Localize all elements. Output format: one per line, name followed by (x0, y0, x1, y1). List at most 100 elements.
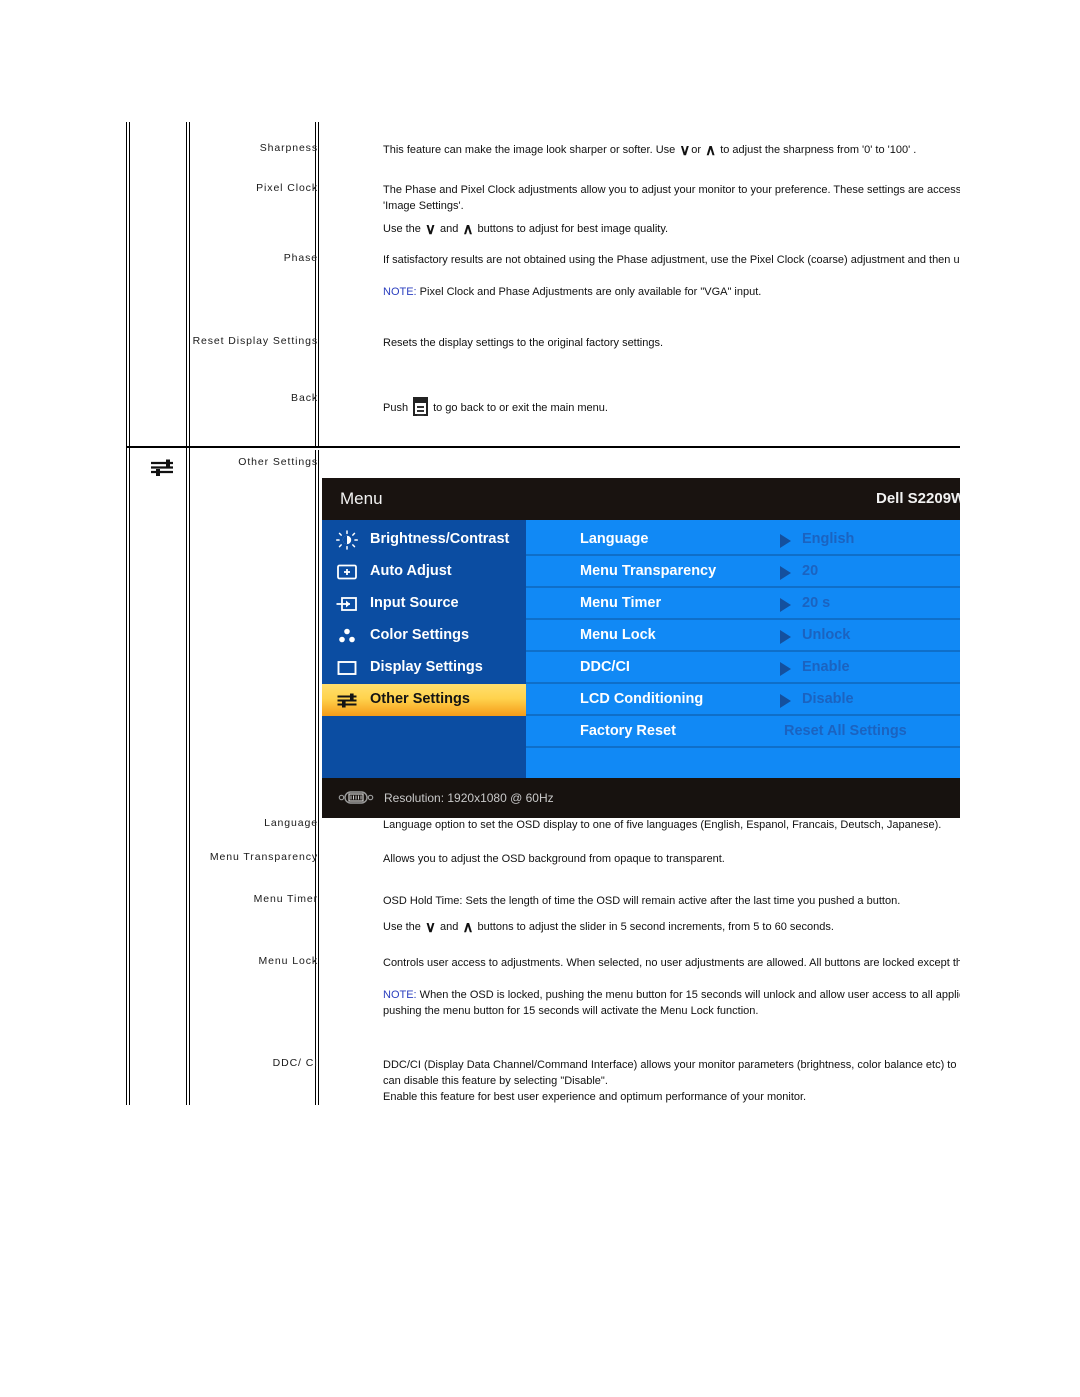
section-divider (126, 446, 960, 448)
osd-category-other-settings[interactable]: Other Settings (322, 684, 526, 716)
back-line1-b: to go back to or exit the main menu. (433, 402, 608, 414)
osd-option-value: Disable (802, 691, 854, 707)
row-label-other-settings: Other Settings (238, 456, 318, 468)
sharpness-text-b: or (691, 144, 702, 156)
osd-option-menu-transparency[interactable]: Menu Transparency 20 (526, 556, 960, 588)
osd-option-language[interactable]: Language English (526, 524, 960, 556)
osd-option-value: Reset All Settings (784, 723, 907, 739)
menu-lock-note-label: NOTE: (383, 989, 417, 1001)
ddc-ci-line2: can disable this feature by selecting "D… (383, 1075, 608, 1087)
osd-category-color-settings[interactable]: Color Settings (322, 620, 526, 652)
row-label-menu-lock: Menu Lock (258, 955, 318, 967)
osd-category-label: Display Settings (370, 659, 483, 675)
osd-option-ddc-ci[interactable]: DDC/CI Enable (526, 652, 960, 684)
row-body-reset-display-settings: Resets the display settings to the origi… (383, 335, 960, 351)
ddc-ci-line3: Enable this feature for best user experi… (383, 1091, 807, 1103)
osd-option-name: Menu Transparency (580, 563, 717, 579)
row-label-phase: Phase (283, 252, 318, 264)
reset-display-line1: Resets the display settings to the origi… (383, 337, 664, 349)
triangle-right-icon (780, 598, 791, 612)
row-body-ddc-ci: DDC/CI (Display Data Channel/Command Int… (383, 1057, 960, 1105)
row-body-sharpness: This feature can make the image look sha… (383, 142, 917, 159)
triangle-right-icon (780, 694, 791, 708)
osd-titlebar: Menu Dell S2209W (322, 478, 960, 520)
osd-menu-screenshot: Menu Dell S2209W Brightness/Contrast Aut… (322, 478, 960, 818)
osd-category-label: Other Settings (370, 691, 470, 707)
osd-option-menu-timer[interactable]: Menu Timer 20 s (526, 588, 960, 620)
pixel-clock-line3-c: buttons to adjust for best image quality… (477, 223, 669, 235)
osd-option-name: Menu Lock (580, 627, 656, 643)
osd-title-menu: Menu (340, 489, 383, 508)
osd-option-value: Unlock (802, 627, 851, 643)
vga-connector-icon (338, 791, 374, 804)
osd-option-name: LCD Conditioning (580, 691, 704, 707)
triangle-right-icon (780, 662, 791, 676)
osd-option-name: Factory Reset (580, 723, 676, 739)
osd-option-value: Enable (802, 659, 850, 675)
row-body-menu-lock: Controls user access to adjustments. Whe… (383, 955, 960, 1019)
row-body-pixel-clock: The Phase and Pixel Clock adjustments al… (383, 182, 960, 237)
back-line1-a: Push (383, 402, 409, 414)
row-body-phase: If satisfactory results are not obtained… (383, 252, 960, 300)
sharpness-text-a: This feature can make the image look sha… (383, 144, 679, 156)
color-settings-icon (339, 628, 355, 643)
osd-option-name: DDC/CI (580, 659, 630, 675)
osd-category-brightness-contrast[interactable]: Brightness/Contrast (322, 524, 526, 556)
menu-timer-line2-b: and (440, 921, 459, 933)
ddc-ci-line1: DDC/CI (Display Data Channel/Command Int… (383, 1059, 960, 1071)
language-line1: Language option to set the OSD display t… (383, 819, 942, 831)
phase-line1: If satisfactory results are not obtained… (383, 254, 960, 266)
osd-option-menu-lock[interactable]: Menu Lock Unlock (526, 620, 960, 652)
phase-note-label: NOTE: (383, 286, 417, 298)
osd-option-value: 20 s (802, 595, 831, 611)
row-label-language: Language (264, 817, 318, 829)
pixel-clock-line3-a: Use the (383, 223, 424, 235)
osd-option-empty-row (526, 748, 960, 780)
row-body-back: Push to go back to or exit the main menu. (383, 392, 960, 416)
osd-option-value: 20 (802, 563, 819, 579)
other-settings-icon (337, 693, 357, 708)
menu-timer-line2-c: buttons to adjust the slider in 5 second… (477, 921, 834, 933)
row-label-menu-timer: Menu Timer (253, 893, 318, 905)
pixel-clock-line1: The Phase and Pixel Clock adjustments al… (383, 184, 960, 196)
osd-option-name: Language (580, 531, 649, 547)
triangle-right-icon (780, 534, 791, 548)
row-body-menu-transparency: Allows you to adjust the OSD background … (383, 851, 960, 867)
input-source-icon (336, 597, 357, 611)
menu-lock-note-text: When the OSD is locked, pushing the menu… (416, 989, 960, 1001)
row-label-menu-transparency: Menu Transparency (209, 851, 318, 863)
osd-category-auto-adjust[interactable]: Auto Adjust (322, 556, 526, 588)
row-label-sharpness: Sharpness (259, 142, 318, 154)
osd-category-input-source[interactable]: Input Source (322, 588, 526, 620)
osd-option-factory-reset[interactable]: Factory Reset Reset All Settings (526, 716, 960, 748)
osd-category-label: Input Source (370, 595, 459, 611)
manual-table: Sharpness This feature can make the imag… (126, 122, 960, 1105)
osd-footer: Resolution: 1920x1080 @ 60Hz (322, 778, 960, 818)
phase-note-text: Pixel Clock and Phase Adjustments are on… (416, 286, 762, 298)
osd-option-lcd-conditioning[interactable]: LCD Conditioning Disable (526, 684, 960, 716)
osd-model-name: Dell S2209W (876, 490, 960, 507)
sliders-icon (151, 459, 173, 476)
osd-category-label: Brightness/Contrast (370, 531, 510, 547)
menu-lock-note-line2: pushing the menu button for 15 seconds w… (383, 1005, 759, 1017)
sharpness-text-c: to adjust the sharpness from '0' to '100… (720, 144, 917, 156)
osd-category-display-settings[interactable]: Display Settings (322, 652, 526, 684)
osd-resolution-text: Resolution: 1920x1080 @ 60Hz (384, 791, 554, 805)
row-label-back: Back (291, 392, 318, 404)
pixel-clock-line3-b: and (440, 223, 459, 235)
menu-timer-line2-a: Use the (383, 921, 424, 933)
row-body-language: Language option to set the OSD display t… (383, 817, 960, 833)
brightness-icon (336, 530, 358, 550)
table-outer-rule (126, 122, 130, 1105)
osd-category-label: Auto Adjust (370, 563, 452, 579)
row-label-pixel-clock: Pixel Clock (256, 182, 318, 194)
osd-category-label: Color Settings (370, 627, 470, 643)
menu-lock-line1: Controls user access to adjustments. Whe… (383, 957, 960, 969)
triangle-right-icon (780, 566, 791, 580)
column-rule-bottom (315, 450, 319, 1105)
auto-adjust-icon (337, 564, 357, 580)
row-body-menu-timer: OSD Hold Time: Sets the length of time t… (383, 893, 960, 935)
osd-option-value: English (802, 531, 855, 547)
menu-timer-line1: OSD Hold Time: Sets the length of time t… (383, 895, 901, 907)
osd-option-name: Menu Timer (580, 595, 662, 611)
